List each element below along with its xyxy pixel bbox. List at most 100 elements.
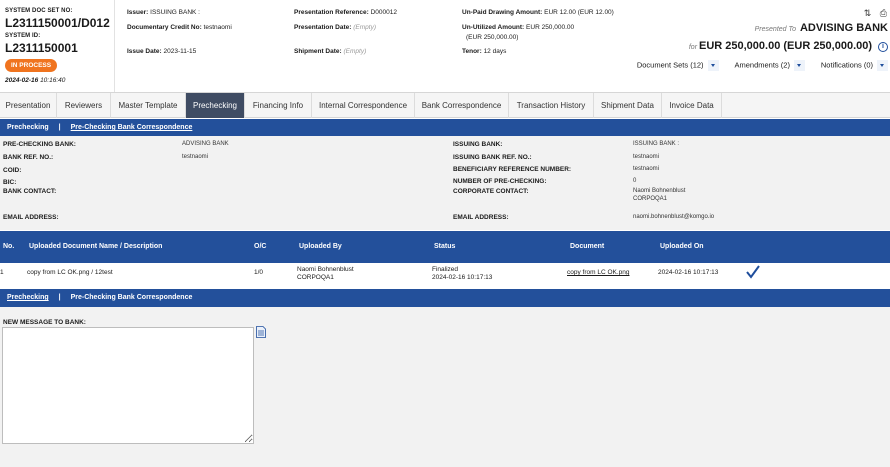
issuing-ref-label: ISSUING BANK REF. NO.: [453, 154, 532, 161]
presentation-header: SYSTEM DOC SET NO: L2311150001/D012 SYST… [0, 0, 890, 93]
amendments-dropdown[interactable]: Amendments (2) [735, 60, 805, 71]
col-header-document-name: Uploaded Document Name / Description [29, 243, 163, 250]
pres-date-value: (Empty) [353, 24, 376, 31]
tab-bar: Presentation Reviewers Master Template P… [0, 93, 890, 118]
email-left-label: EMAIL ADDRESS: [3, 214, 59, 221]
unpaid-field: Un-Paid Drawing Amount: EUR 12.00 (EUR 1… [462, 9, 614, 16]
col-header-document: Document [570, 243, 605, 250]
dc-no-label: Documentary Credit No: [127, 24, 202, 31]
issue-date-value: 2023-11-15 [163, 48, 197, 55]
tenor-value: 12 days [483, 48, 507, 55]
tab-internal-correspondence[interactable]: Internal Correspondence [312, 93, 415, 118]
documents-table-header: No. Uploaded Document Name / Description… [0, 231, 890, 263]
unpaid-value: EUR 12.00 (EUR 12.00) [544, 9, 614, 16]
pres-date-field: Presentation Date: (Empty) [294, 24, 376, 31]
tab-reviewers[interactable]: Reviewers [57, 93, 111, 118]
row-oc: 1/0 [254, 269, 264, 276]
presented-to-label: Presented To [754, 26, 797, 33]
bank-ref-value: testnaomi [182, 154, 209, 160]
subnav2-bank-correspondence[interactable]: Pre-Checking Bank Correspondence [71, 294, 193, 301]
row-status: Finalized [432, 266, 459, 273]
print-icon[interactable]: ⎙ [880, 8, 887, 18]
template-document-icon[interactable] [256, 326, 266, 338]
pres-ref-value: D000012 [370, 9, 397, 16]
row-document-name: copy from LC OK.png / 12test [27, 269, 113, 276]
issuing-ref-value: testnaomi [633, 154, 660, 160]
bic-label: BIC: [3, 179, 17, 186]
issuing-bank-value: ISSUING BANK : [633, 141, 680, 147]
bank-ref-label: BANK REF. NO.: [3, 154, 54, 161]
new-message-label: NEW MESSAGE TO BANK: [3, 319, 86, 326]
info-icon[interactable]: i [878, 42, 888, 53]
row-document-link[interactable]: copy from LC OK.png [567, 269, 630, 277]
presented-to: Presented To ADVISING BANK [755, 22, 888, 34]
header-dropdowns: Document Sets (12) Amendments (2) Notifi… [623, 60, 888, 71]
pres-ref-label: Presentation Reference: [294, 9, 369, 16]
prechecking-subnav: Prechecking | Pre-Checking Bank Correspond… [0, 119, 890, 137]
amendments-label: Amendments (2) [734, 60, 790, 70]
tab-invoice-data[interactable]: Invoice Data [662, 93, 722, 118]
col-header-oc: O/C [254, 243, 267, 250]
notifications-label: Notifications (0) [820, 60, 873, 70]
tab-shipment-data[interactable]: Shipment Data [594, 93, 662, 118]
issuing-bank-label: ISSUING BANK: [453, 141, 503, 148]
issuer-field: Issuer: ISSUING BANK : [127, 9, 200, 16]
benef-ref-value: testnaomi [633, 166, 660, 172]
benef-ref-label: BENEFICIARY REFERENCE NUMBER: [453, 166, 572, 173]
pres-date-label: Presentation Date: [294, 24, 352, 31]
issue-date-field: Issue Date: 2023-11-15 [127, 48, 196, 55]
subnav-prechecking[interactable]: Prechecking [7, 124, 49, 131]
sys-id-value: L2311150001 [5, 41, 78, 55]
corp-contact-label: CORPORATE CONTACT: [453, 188, 529, 195]
presentation-amount: EUR 250,000.00 (EUR 250,000.00) [698, 40, 873, 52]
chevron-down-icon [707, 60, 719, 71]
row-uploaded-on: 2024-02-16 10:17:13 [658, 269, 719, 276]
sys-id-label: SYSTEM ID: [5, 33, 41, 39]
issuer-label: Issuer: [127, 9, 149, 16]
status-date: 2024-02-16 [5, 77, 39, 84]
issue-date-label: Issue Date: [127, 48, 162, 55]
tab-master-template[interactable]: Master Template [111, 93, 186, 118]
ship-date-label: Shipment Date: [294, 48, 342, 55]
new-message-textarea[interactable] [2, 327, 254, 444]
tenor-label: Tenor: [462, 48, 482, 55]
row-status-date: 2024-02-16 10:17:13 [432, 274, 493, 281]
document-sets-dropdown[interactable]: Document Sets (12) [637, 60, 719, 71]
email-right-value: naomi.bohnenblust@komgo.io [633, 214, 715, 220]
tab-transaction-history[interactable]: Transaction History [509, 93, 594, 118]
dc-no-field: Documentary Credit No: testnaomi [127, 24, 232, 31]
email-right-label: EMAIL ADDRESS: [453, 214, 509, 221]
col-header-status: Status [434, 243, 456, 250]
correspondence-subnav: Prechecking | Pre-Checking Bank Correspond… [0, 289, 890, 307]
pres-ref-field: Presentation Reference: D000012 [294, 9, 397, 16]
ship-date-value: (Empty) [343, 48, 367, 55]
row-uploaded-by-name: Naomi Bohnenblust [297, 266, 354, 273]
document-sets-label: Document Sets (12) [636, 60, 704, 70]
tab-bank-correspondence[interactable]: Bank Correspondence [415, 93, 509, 118]
for-label: for [688, 44, 698, 51]
row-no: 1 [0, 269, 4, 276]
coid-label: COID: [3, 167, 22, 174]
notifications-dropdown[interactable]: Notifications (0) [821, 60, 888, 71]
new-message-panel: NEW MESSAGE TO BANK: [0, 307, 890, 467]
sort-icon[interactable]: ⇅ [864, 8, 872, 18]
status-timestamp: 2024-02-16 10:16:40 [5, 77, 114, 84]
subnav2-prechecking[interactable]: Prechecking [7, 294, 49, 301]
sys-doc-set-value: L2311150001/D012 [5, 16, 110, 30]
subnav-separator: | [58, 124, 61, 131]
sys-doc-set-label: SYSTEM DOC SET NO: [5, 8, 73, 14]
row-uploaded-by-company: CORPOQA1 [297, 274, 334, 281]
checkmark-icon [746, 265, 760, 279]
subnav-bank-correspondence[interactable]: Pre-Checking Bank Correspondence [71, 124, 193, 131]
corp-contact-name: Naomi Bohnenblust [633, 188, 686, 194]
tab-financing-info[interactable]: Financing Info [245, 93, 312, 118]
dc-no-value: testnaomi [203, 24, 232, 31]
prechecking-info-panel: PRE-CHECKING BANK: ADVISING BANK BANK RE… [0, 136, 890, 230]
header-id-column: SYSTEM DOC SET NO: L2311150001/D012 SYST… [0, 0, 115, 92]
unpaid-label: Un-Paid Drawing Amount: [462, 9, 543, 16]
prechecking-bank-value: ADVISING BANK [182, 141, 229, 147]
tab-prechecking[interactable]: Prechecking [186, 93, 245, 118]
corp-contact-company: CORPOQA1 [633, 196, 668, 202]
status-badge: IN PROCESS [5, 59, 58, 72]
tab-presentation[interactable]: Presentation [0, 93, 57, 118]
